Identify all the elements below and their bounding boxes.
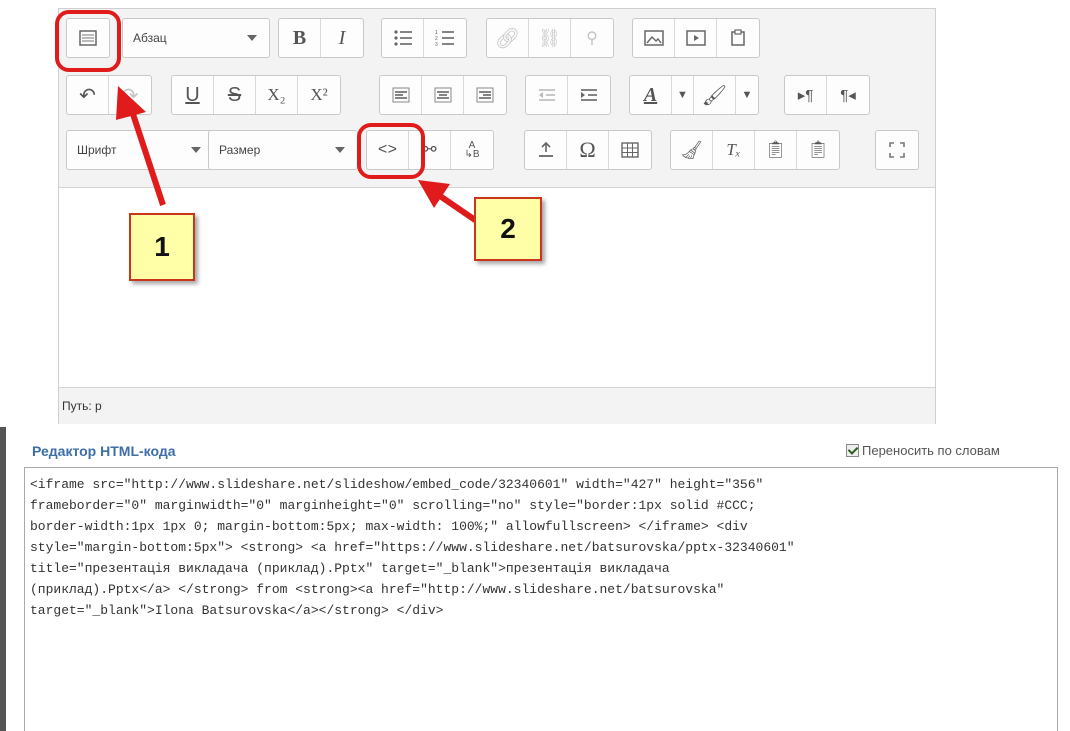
arrow-head-1 — [116, 86, 146, 120]
source-code-textarea[interactable]: <iframe src="http://www.slideshare.net/s… — [24, 467, 1058, 731]
arrow-line-1 — [128, 107, 166, 206]
word-wrap-label: Переносить по словам — [862, 443, 1000, 458]
source-editor-title: Редактор HTML-кода — [32, 443, 176, 459]
arrow-line-2 — [438, 193, 480, 225]
callout-2: 2 — [474, 197, 542, 261]
arrow-head-2 — [418, 180, 450, 208]
source-code-text[interactable]: <iframe src="http://www.slideshare.net/s… — [30, 474, 1050, 621]
word-wrap-checkbox[interactable] — [846, 444, 859, 457]
callout-1: 1 — [129, 213, 195, 281]
word-wrap-option[interactable]: Переносить по словам — [846, 443, 1000, 458]
